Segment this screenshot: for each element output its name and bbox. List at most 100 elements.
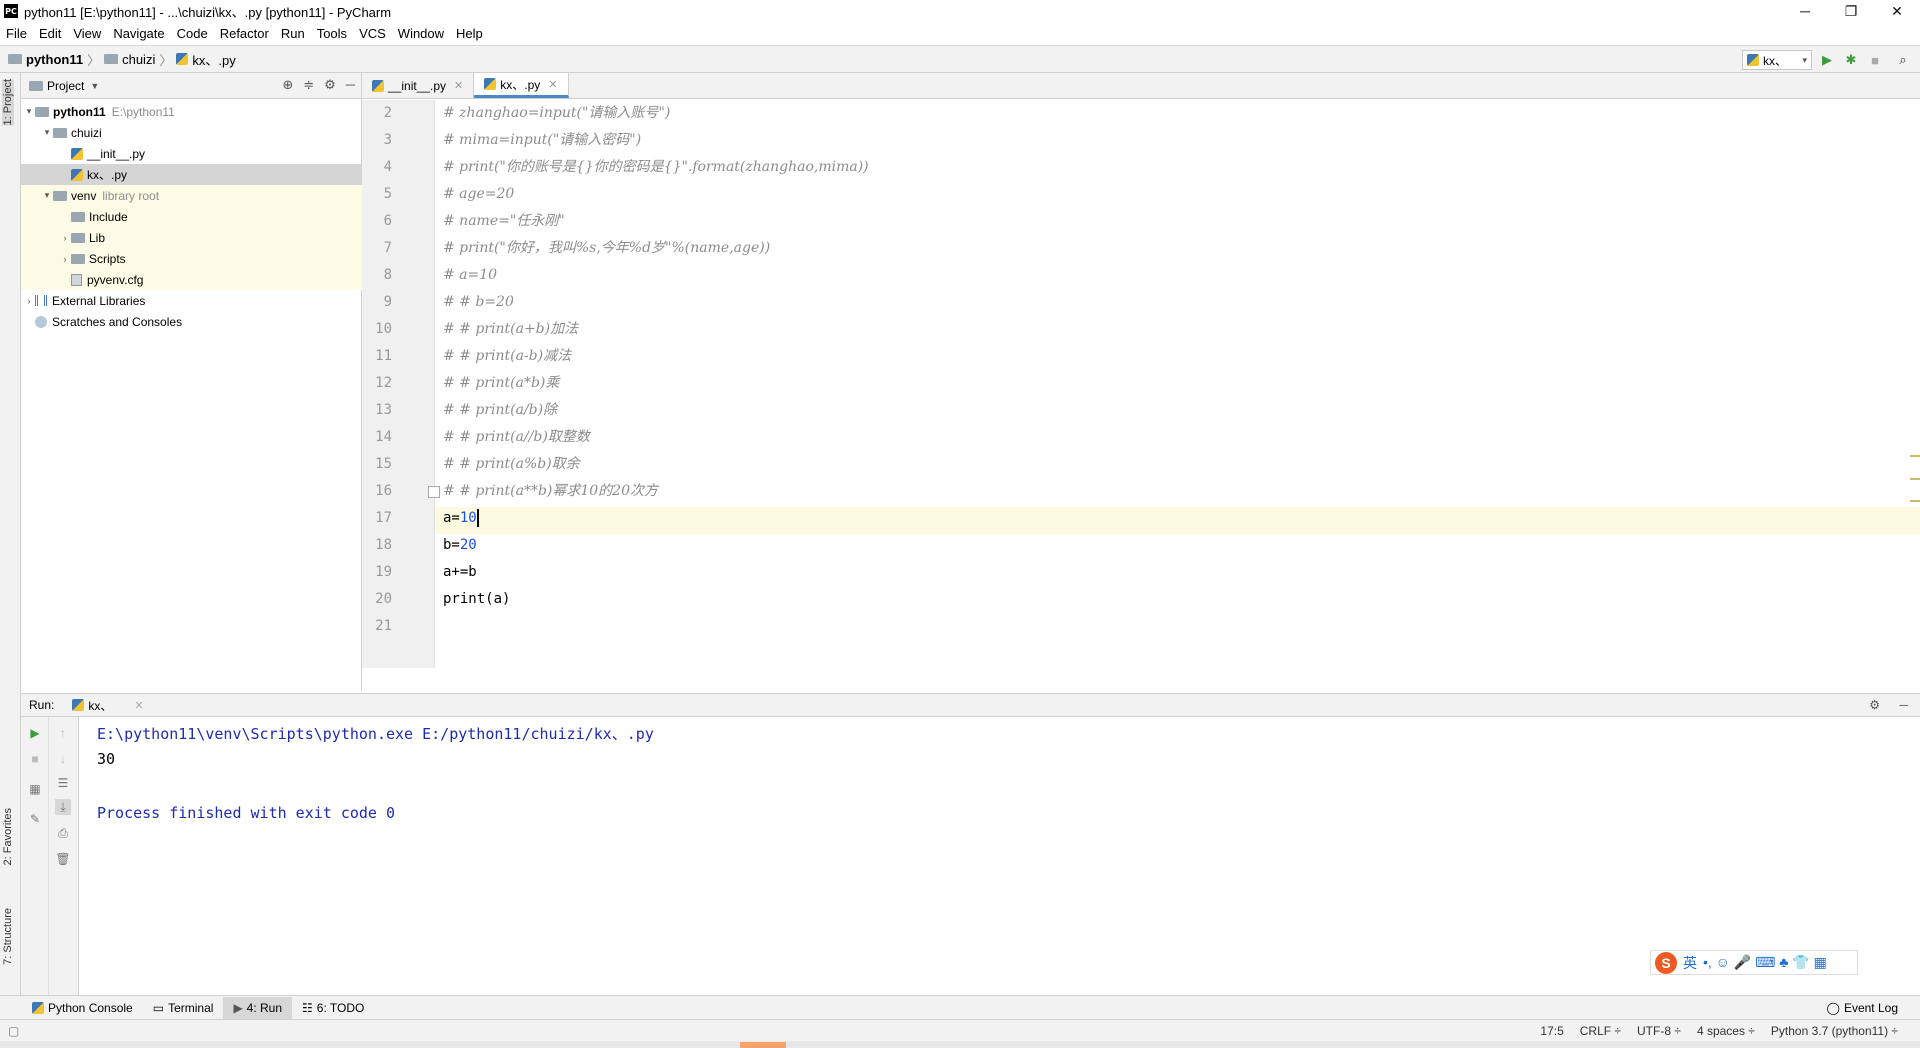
run-console-output[interactable]: E:\python11\venv\Scripts\python.exe E:/p… — [79, 717, 1920, 995]
menu-vcs[interactable]: VCS — [353, 26, 392, 41]
python-file-icon — [484, 78, 497, 90]
python-file-icon — [176, 53, 189, 65]
chevron-down-icon[interactable]: ▾ — [41, 127, 53, 138]
chevron-right-icon[interactable]: › — [23, 296, 35, 306]
tab-init-py[interactable]: __init__.py ✕ — [362, 73, 475, 98]
status-indent[interactable]: 4 spaces ÷ — [1689, 1024, 1763, 1038]
line-number: 4 — [383, 159, 392, 175]
status-interpreter[interactable]: Python 3.7 (python11) ÷ — [1763, 1024, 1906, 1038]
window-title: python11 [E:\python11] - ...\chuizi\kx、.… — [24, 4, 392, 20]
menu-navigate[interactable]: Navigate — [107, 26, 170, 41]
menu-tools[interactable]: Tools — [311, 26, 353, 41]
gear-icon[interactable]: ⚙ — [324, 77, 336, 93]
line-number: 14 — [375, 429, 392, 445]
run-icon[interactable]: ▶ — [1818, 51, 1836, 69]
close-tab-icon[interactable]: ✕ — [548, 78, 557, 91]
menu-help[interactable]: Help — [450, 26, 489, 41]
folder-icon — [71, 232, 85, 243]
tree-item-kx-py[interactable]: kx、.py — [21, 164, 362, 185]
hide-icon[interactable]: ─ — [1899, 698, 1908, 712]
scroll-to-end-icon[interactable]: ⤓ — [55, 799, 71, 815]
tree-item-include[interactable]: Include — [21, 206, 362, 227]
gear-icon[interactable]: ⚙ — [1869, 698, 1880, 712]
line-number: 18 — [375, 537, 392, 553]
collapse-all-icon[interactable]: ≑ — [303, 77, 314, 93]
rerun-icon[interactable]: ▶ — [27, 725, 43, 741]
chevron-right-icon[interactable]: › — [59, 233, 71, 243]
ime-toolbar[interactable]: S 英 •, ☺ 🎤 ⌨ ♣ 👕 ▦ — [1650, 950, 1858, 975]
chevron-down-icon[interactable]: ▼ — [90, 81, 99, 91]
breadcrumb-project[interactable]: python11 — [26, 52, 83, 67]
chevron-right-icon[interactable]: › — [59, 254, 71, 264]
soft-wrap-icon[interactable]: ☰ — [55, 775, 71, 791]
tool-event-log[interactable]: ◯ Event Log — [1817, 997, 1908, 1019]
breadcrumb-folder[interactable]: chuizi — [122, 52, 155, 67]
tab-project[interactable]: 1: Project — [2, 79, 14, 126]
status-line-separator[interactable]: CRLF ÷ — [1572, 1024, 1629, 1038]
arrow-down-icon[interactable]: ↓ — [55, 751, 71, 767]
close-tab-icon[interactable]: ✕ — [134, 699, 143, 712]
status-window-icon[interactable]: ▢ — [8, 1024, 19, 1038]
tree-item-chuizi[interactable]: ▾ chuizi — [21, 122, 362, 143]
tool-todo[interactable]: ☷ 6: TODO — [292, 997, 374, 1019]
run-config-select[interactable]: kx、 ▾ — [1742, 50, 1812, 70]
run-tab-label[interactable]: kx、 — [88, 697, 112, 714]
close-tab-icon[interactable]: ✕ — [454, 79, 463, 92]
status-caret-position[interactable]: 17:5 — [1532, 1024, 1571, 1038]
chevron-down-icon[interactable]: ▾ — [23, 106, 35, 117]
layout-icon[interactable]: ▦ — [27, 781, 43, 797]
status-encoding[interactable]: UTF-8 ÷ — [1629, 1024, 1689, 1038]
tree-item-init-py[interactable]: __init__.py — [21, 143, 362, 164]
tree-item-scratches[interactable]: Scratches and Consoles — [21, 311, 362, 332]
breadcrumb-file[interactable]: kx、.py — [192, 50, 235, 69]
menu-view[interactable]: View — [67, 26, 107, 41]
minimize-button[interactable]: ─ — [1782, 0, 1828, 22]
line-number: 16 — [375, 483, 392, 499]
tree-item-project-root[interactable]: ▾ python11 E:\python11 — [21, 101, 362, 122]
code-line: # # print(a/b)除 — [443, 402, 558, 418]
line-number: 9 — [383, 294, 392, 310]
code-text: b= — [443, 537, 460, 553]
hide-icon[interactable]: ─ — [346, 77, 355, 93]
locate-icon[interactable]: ⊕ — [282, 77, 293, 93]
menu-run[interactable]: Run — [275, 26, 311, 41]
project-view-select[interactable]: Project — [47, 79, 84, 93]
tree-item-pyvenv-cfg[interactable]: pyvenv.cfg — [21, 269, 362, 290]
tree-item-external-libraries[interactable]: › External Libraries — [21, 290, 362, 311]
close-button[interactable]: ✕ — [1874, 0, 1920, 22]
pin-icon[interactable]: ✎ — [27, 811, 43, 827]
todo-icon: ☷ — [302, 1000, 313, 1015]
stop-icon[interactable]: ■ — [1866, 51, 1884, 69]
maximize-button[interactable]: ❐ — [1828, 0, 1874, 22]
tab-structure[interactable]: 7: Structure — [2, 908, 14, 965]
ime-mode[interactable]: 英 — [1683, 953, 1697, 973]
menu-code[interactable]: Code — [171, 26, 214, 41]
fold-marker-icon[interactable] — [428, 486, 440, 498]
stop-icon[interactable]: ■ — [27, 751, 43, 767]
tab-favorites[interactable]: 2: Favorites — [2, 808, 14, 865]
code-editor[interactable]: # zhanghao=input("请输入账号") # mima=input("请… — [435, 100, 1920, 668]
menu-window[interactable]: Window — [392, 26, 450, 41]
debug-icon[interactable]: ✱ — [1842, 51, 1860, 69]
menu-refactor[interactable]: Refactor — [214, 26, 275, 41]
tree-item-lib[interactable]: › Lib — [21, 227, 362, 248]
chevron-down-icon[interactable]: ▾ — [41, 190, 53, 201]
tool-run[interactable]: ▶ 4: Run — [223, 996, 293, 1019]
tool-python-console[interactable]: Python Console — [22, 997, 143, 1019]
menu-edit[interactable]: Edit — [33, 26, 67, 41]
run-icon: ▶ — [233, 1000, 243, 1015]
tree-item-venv[interactable]: ▾ venv library root — [21, 185, 362, 206]
tree-item-label: Include — [89, 209, 128, 224]
ime-icons[interactable]: •, ☺ 🎤 ⌨ ♣ 👕 ▦ — [1703, 954, 1827, 971]
arrow-up-icon[interactable]: ↑ — [55, 725, 71, 741]
tree-item-scripts[interactable]: › Scripts — [21, 248, 362, 269]
menu-file[interactable]: File — [0, 26, 33, 41]
tool-terminal[interactable]: ▭ Terminal — [143, 997, 224, 1019]
tab-label: __init__.py — [388, 78, 447, 93]
print-icon[interactable]: ⎙ — [55, 825, 71, 841]
tab-kx-py[interactable]: kx、.py ✕ — [474, 73, 569, 98]
trash-icon[interactable]: 🗑 — [55, 851, 71, 867]
search-icon[interactable]: ⌕ — [1894, 51, 1912, 69]
config-file-icon — [71, 273, 82, 286]
project-panel: Project ▼ ⊕ ≑ ⚙ ─ ▾ python11 E:\python11… — [21, 73, 362, 690]
